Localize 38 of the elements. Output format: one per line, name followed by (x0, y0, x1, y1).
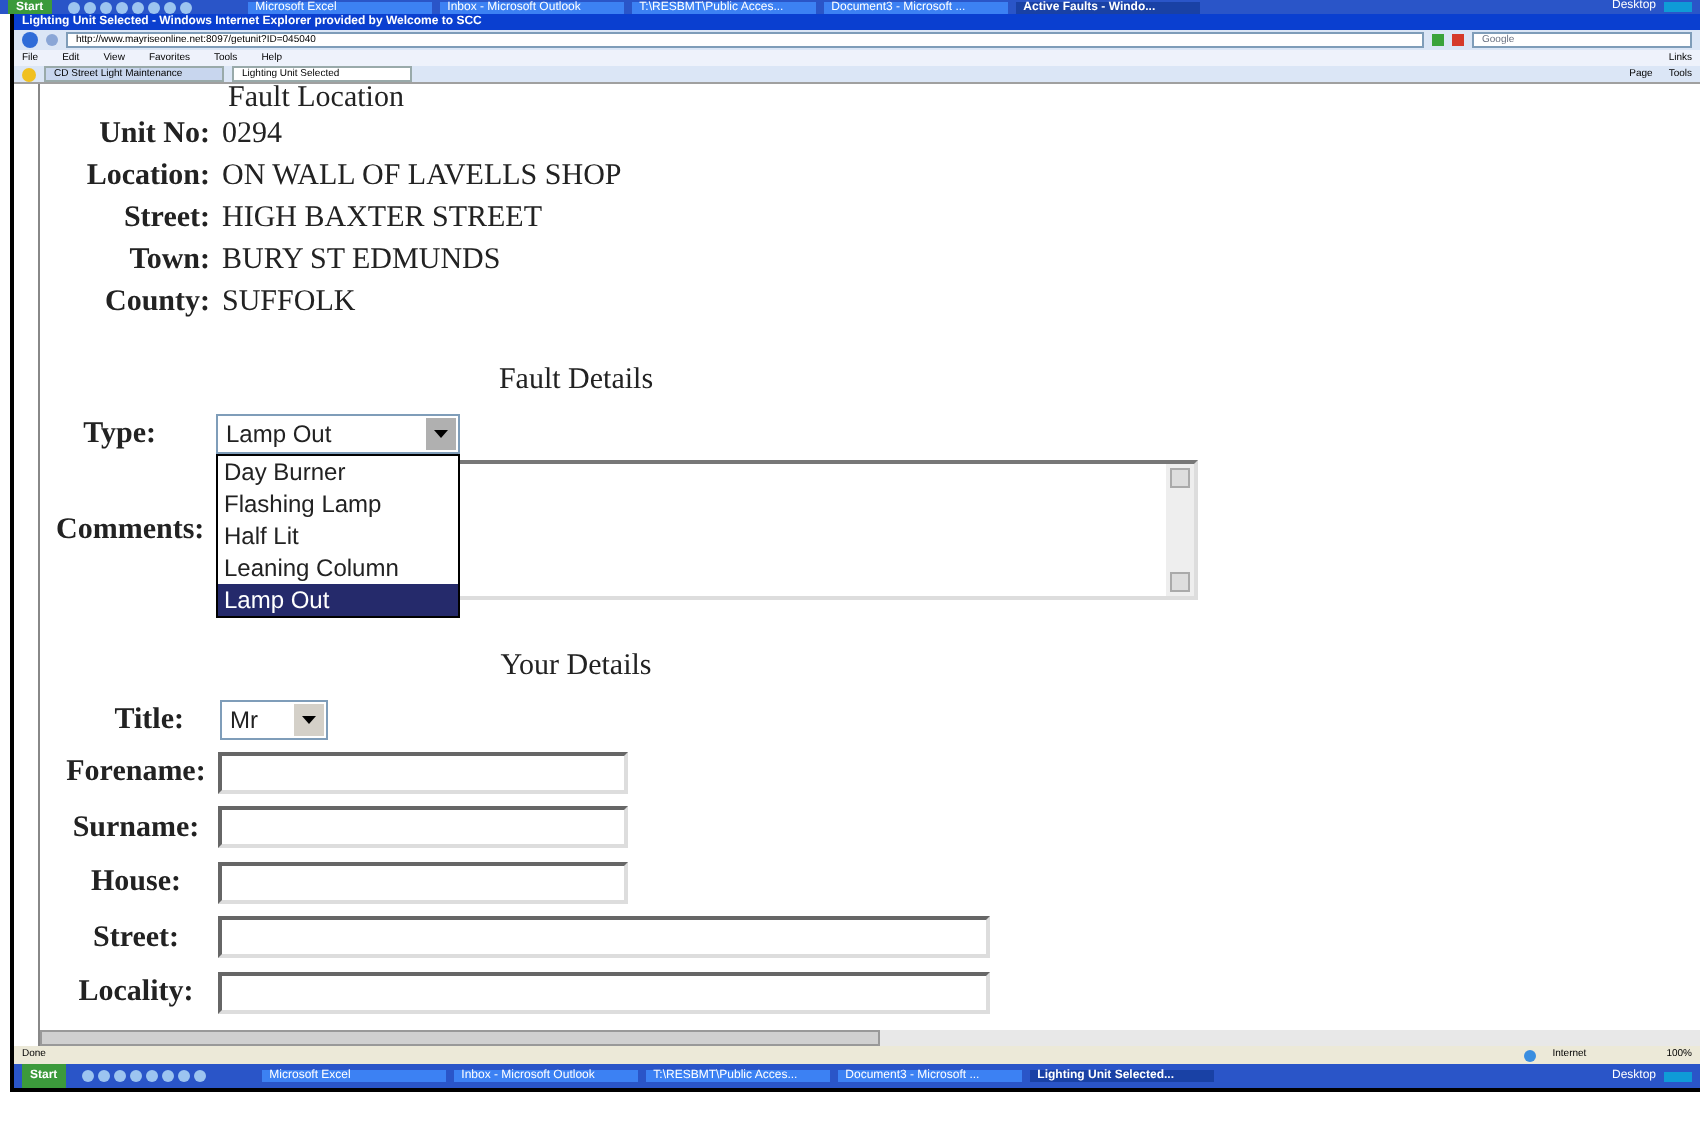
dropdown-option[interactable]: Lamp Out (218, 583, 458, 616)
text-field[interactable] (218, 971, 990, 1014)
field-label: Locality: (76, 974, 196, 1012)
horizontal-scrollbar[interactable] (40, 1030, 1700, 1046)
dropdown-option[interactable]: Half Lit (218, 519, 458, 552)
field-label: Street: (121, 200, 210, 238)
field-value: 0294 (220, 116, 282, 154)
field-label: Surname: (70, 809, 202, 847)
dropdown-option[interactable]: Leaning Column (218, 551, 458, 584)
field-label: Type: (81, 415, 156, 453)
field-value: SUFFOLK (220, 284, 356, 322)
text-field[interactable] (218, 916, 990, 959)
field-label: Forename: (64, 754, 208, 792)
section-heading: Fault Details (498, 362, 654, 400)
back-icon[interactable] (22, 32, 38, 48)
field-value: BURY ST EDMUNDS (220, 242, 501, 280)
field-label: County: (102, 284, 210, 322)
text-field[interactable] (218, 806, 628, 849)
field-label: House: (89, 864, 183, 902)
text-field[interactable] (218, 751, 628, 794)
field-label: Street: (90, 919, 182, 957)
field-label: Location: (84, 158, 210, 196)
section-heading: Your Details (500, 648, 652, 686)
type-dropdown[interactable]: Lamp Out (216, 413, 460, 454)
field-label: Comments: (56, 511, 207, 550)
field-label: Title: (112, 701, 186, 739)
globe-icon (1524, 1049, 1537, 1061)
field-value: ON WALL OF LAVELLS SHOP (220, 158, 622, 196)
type-dropdown[interactable]: Mr (220, 699, 328, 740)
field-value: HIGH BAXTER STREET (220, 200, 542, 238)
field-label: Town: (127, 242, 210, 280)
dropdown-option[interactable]: Flashing Lamp (218, 487, 458, 520)
field-label: Unit No: (97, 116, 210, 154)
dropdown-option[interactable]: Day Burner (218, 455, 458, 488)
forward-icon[interactable] (46, 34, 58, 46)
section-heading: Fault Location (228, 84, 404, 114)
scrollbar-thumb[interactable] (40, 1030, 880, 1046)
text-field[interactable] (218, 861, 628, 904)
